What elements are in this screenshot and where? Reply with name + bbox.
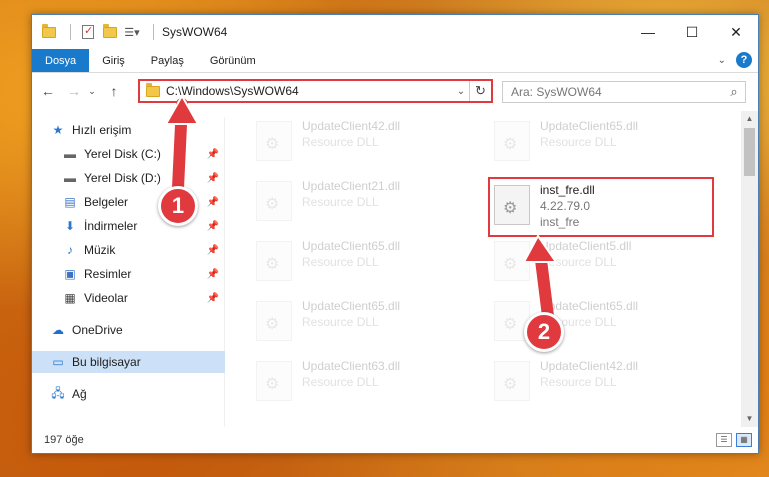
- arrow-2-head: [522, 234, 558, 263]
- annotation-badge-2: 2: [524, 312, 564, 352]
- arrow-1-head: [164, 93, 200, 125]
- annotation-arrows: [164, 93, 558, 322]
- annotation-badge-1: 1: [158, 186, 198, 226]
